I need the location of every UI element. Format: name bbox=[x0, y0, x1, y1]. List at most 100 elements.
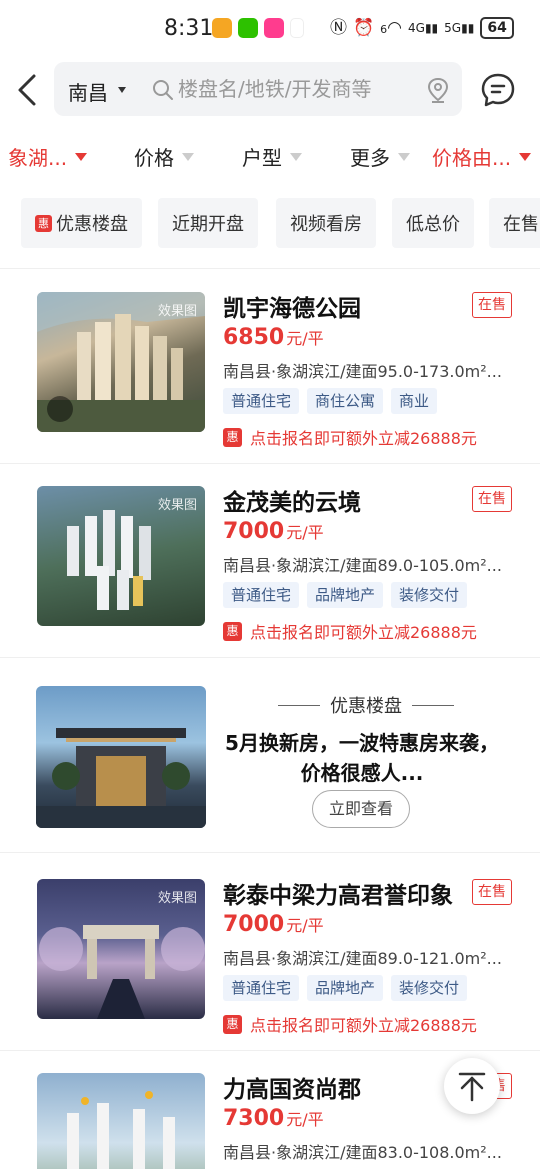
chip-on-sale[interactable]: 在售 bbox=[489, 198, 540, 248]
status-badge: 在售 bbox=[472, 879, 512, 905]
caret-down-icon bbox=[398, 152, 410, 161]
divider-line bbox=[278, 704, 320, 706]
filter-area[interactable]: 象湖... bbox=[8, 142, 88, 171]
price-unit: 元/平 bbox=[286, 329, 324, 348]
filter-layout[interactable]: 户型 bbox=[242, 142, 302, 171]
filter-bar: 象湖... 价格 户型 更多 价格由... bbox=[0, 128, 540, 182]
aerial-render-image bbox=[67, 1091, 175, 1169]
divider bbox=[0, 852, 540, 853]
promo-link[interactable]: 惠 点击报名即可额外立减26888元 bbox=[223, 1012, 477, 1036]
listing-title: 金茂美的云境 bbox=[223, 490, 361, 516]
listing-card[interactable]: 效果图 彰泰中梁力高君誉印象 在售 7000 元/平 南昌县·象湖滨江/建面89.… bbox=[0, 857, 540, 1051]
discount-badge-icon: 惠 bbox=[35, 214, 52, 232]
status-badge: 在售 bbox=[472, 292, 512, 318]
caret-down-icon bbox=[75, 152, 88, 161]
divider-line bbox=[412, 704, 454, 706]
filter-price[interactable]: 价格 bbox=[134, 142, 194, 171]
tag: 商业 bbox=[391, 388, 438, 414]
back-arrow-icon bbox=[18, 74, 36, 106]
listing-title: 力高国资尚郡 bbox=[223, 1077, 361, 1103]
listing-price: 6850 元/平 bbox=[223, 325, 324, 350]
chip-label: 低总价 bbox=[406, 214, 460, 235]
listing-title: 凯宇海德公园 bbox=[223, 296, 361, 322]
discount-badge-icon: 惠 bbox=[223, 427, 242, 447]
chip-low-price[interactable]: 低总价 bbox=[392, 198, 474, 248]
tag: 装修交付 bbox=[391, 582, 468, 608]
listing-card[interactable]: 效果图 金茂美的云境 在售 7000 元/平 南昌县·象湖滨江/建面89.0-10… bbox=[0, 464, 540, 658]
caret-down-icon bbox=[290, 152, 302, 161]
search-input[interactable] bbox=[178, 76, 418, 102]
listing-card[interactable]: 效果图 凯宇海德公园 在售 6850 元/平 南昌县·象湖滨江/建面95.0-17… bbox=[0, 270, 540, 464]
price-value: 7300 bbox=[223, 1106, 285, 1131]
status-time: 8:31 bbox=[164, 16, 214, 41]
chip-label: 在售 bbox=[503, 214, 539, 235]
chip-label: 视频看房 bbox=[290, 214, 362, 235]
discount-badge-icon: 惠 bbox=[223, 621, 242, 641]
nfc-icon: Ⓝ bbox=[330, 18, 347, 38]
price-value: 6850 bbox=[223, 325, 285, 350]
chip-discount-label: 优惠楼盘 bbox=[56, 214, 128, 235]
network-5g-label: 5G bbox=[444, 21, 462, 35]
tag: 品牌地产 bbox=[307, 975, 384, 1001]
caret-down-icon bbox=[519, 152, 532, 161]
chip-recent-opening[interactable]: 近期开盘 bbox=[158, 198, 258, 248]
city-caret-icon bbox=[118, 87, 126, 93]
promo-text: 点击报名即可额外立减26888元 bbox=[250, 1016, 477, 1035]
promo-link[interactable]: 惠 点击报名即可额外立减26888元 bbox=[223, 425, 477, 449]
header: 南昌 bbox=[0, 60, 540, 120]
search-icon bbox=[153, 80, 173, 100]
view-now-button[interactable]: 立即查看 bbox=[312, 790, 410, 828]
divider bbox=[0, 268, 540, 269]
listing-location: 南昌县·象湖滨江/建面83.0-108.0m²... bbox=[223, 1143, 502, 1162]
price-unit: 元/平 bbox=[286, 523, 324, 542]
listing-thumbnail: 效果图 bbox=[37, 292, 205, 432]
promo-text: 点击报名即可额外立减26888元 bbox=[250, 623, 477, 642]
tag: 普通住宅 bbox=[223, 388, 300, 414]
filter-sort-label: 价格由... bbox=[432, 146, 512, 170]
status-app-icons bbox=[212, 18, 304, 38]
architecture-image bbox=[36, 728, 206, 828]
listing-tags: 普通住宅 品牌地产 装修交付 bbox=[223, 582, 468, 608]
caret-down-icon bbox=[182, 152, 194, 161]
back-button[interactable] bbox=[10, 70, 46, 110]
tag: 普通住宅 bbox=[223, 582, 300, 608]
price-value: 7000 bbox=[223, 519, 285, 544]
city-selector[interactable]: 南昌 bbox=[68, 77, 108, 106]
listing-location: 南昌县·象湖滨江/建面89.0-121.0m²... bbox=[223, 949, 502, 968]
ad-header: 优惠楼盘 bbox=[278, 692, 454, 718]
promo-ad-card[interactable]: 优惠楼盘 5月换新房，一波特惠房来袭，价格很感人... 立即查看 bbox=[0, 660, 540, 850]
chip-video-tour[interactable]: 视频看房 bbox=[276, 198, 376, 248]
filter-sort[interactable]: 价格由... bbox=[432, 142, 532, 171]
ad-image bbox=[36, 686, 206, 828]
price-unit: 元/平 bbox=[286, 1110, 324, 1129]
kuaishou-icon bbox=[290, 18, 304, 38]
chip-discount[interactable]: 惠 优惠楼盘 bbox=[21, 198, 142, 248]
wechat-icon bbox=[238, 18, 258, 38]
listing-location: 南昌县·象湖滨江/建面89.0-105.0m²... bbox=[223, 556, 502, 575]
listing-thumbnail: 效果图 bbox=[37, 486, 205, 626]
promo-link[interactable]: 惠 点击报名即可额外立减26888元 bbox=[223, 619, 477, 643]
listing-price: 7300 元/平 bbox=[223, 1106, 324, 1131]
message-button[interactable] bbox=[478, 70, 518, 110]
tag: 装修交付 bbox=[391, 975, 468, 1001]
filter-layout-label: 户型 bbox=[242, 146, 282, 170]
price-unit: 元/平 bbox=[286, 916, 324, 935]
price-value: 7000 bbox=[223, 912, 285, 937]
arrow-up-icon bbox=[458, 1072, 486, 1102]
search-box[interactable]: 南昌 bbox=[54, 62, 462, 116]
listing-thumbnail: 效果图 bbox=[37, 879, 205, 1019]
filter-more[interactable]: 更多 bbox=[350, 142, 410, 171]
chat-bubble-icon bbox=[481, 73, 515, 107]
tag: 品牌地产 bbox=[307, 582, 384, 608]
render-label: 效果图 bbox=[157, 304, 197, 319]
listing-price: 7000 元/平 bbox=[223, 912, 324, 937]
layers-icon bbox=[47, 396, 73, 422]
tag: 普通住宅 bbox=[223, 975, 300, 1001]
location-pin-icon[interactable] bbox=[426, 77, 450, 103]
back-to-top-button[interactable] bbox=[444, 1058, 500, 1114]
alarm-icon: ⏰ bbox=[353, 18, 375, 38]
status-bar: 8:31 Ⓝ ⏰ 6◠ 4G▮▮ 5G▮▮ 64 bbox=[0, 0, 540, 60]
listing-title: 彰泰中梁力高君誉印象 bbox=[223, 883, 453, 909]
render-label: 效果图 bbox=[157, 498, 197, 513]
chip-label: 近期开盘 bbox=[172, 214, 244, 235]
